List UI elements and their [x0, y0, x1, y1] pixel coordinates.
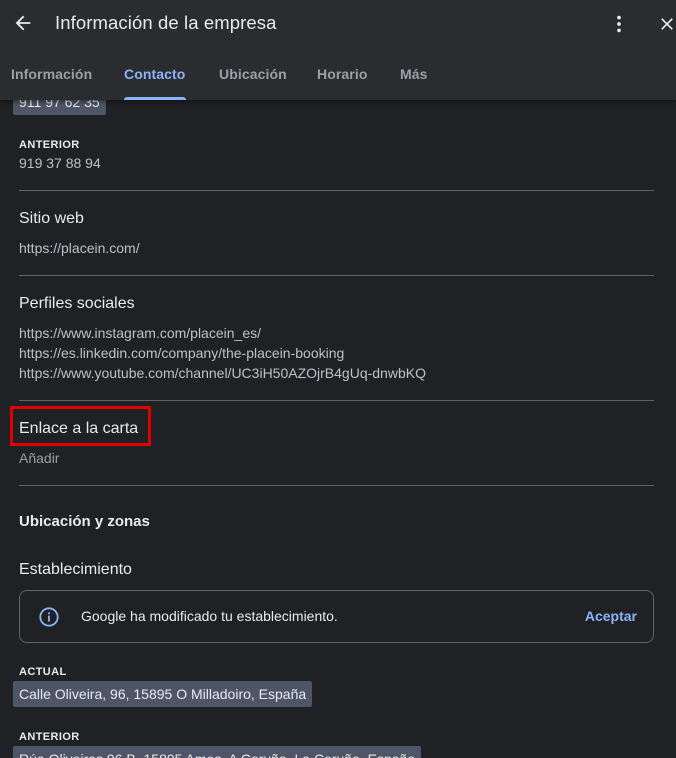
divider [19, 400, 654, 401]
website-value: https://placein.com/ [19, 240, 140, 256]
contact-content: 911 97 62 35 ANTERIOR 919 37 88 94 Sitio… [0, 89, 676, 758]
tab-contacto[interactable]: Contacto [124, 66, 185, 82]
page-title: Información de la empresa [55, 12, 277, 33]
website-title: Sitio web [19, 210, 84, 227]
social-link-instagram: https://www.instagram.com/placein_es/ [19, 325, 261, 341]
close-icon [661, 18, 673, 30]
tab-ubicacion[interactable]: Ubicación [219, 66, 287, 82]
phone-previous-label: ANTERIOR [19, 139, 80, 151]
close-button[interactable] [652, 9, 676, 39]
tab-informacion[interactable]: Información [11, 66, 92, 82]
social-title: Perfiles sociales [19, 295, 135, 312]
notice-text: Google ha modificado tu establecimiento. [81, 608, 338, 624]
social-link-youtube: https://www.youtube.com/channel/UC3iH50A… [19, 365, 426, 381]
business-info-panel: Información de la empresa Información Co… [0, 0, 676, 758]
menu-link-add-button[interactable]: Añadir [19, 450, 59, 466]
divider [19, 275, 654, 276]
info-icon [39, 607, 59, 627]
change-notice: Google ha modificado tu establecimiento.… [19, 590, 654, 643]
accept-button[interactable]: Aceptar [585, 608, 637, 624]
address-previous-chip: Rúa Oliveiras 96 B, 15895 Ames, A Coruña… [13, 746, 422, 758]
more-vert-icon [617, 15, 621, 33]
address-current-label: ACTUAL [19, 666, 67, 678]
back-button[interactable] [8, 8, 38, 38]
address-previous-label: ANTERIOR [19, 731, 80, 743]
location-section-title: Ubicación y zonas [19, 513, 150, 530]
divider [19, 485, 654, 486]
arrow-back-icon [15, 15, 31, 31]
establishment-title: Establecimiento [19, 561, 132, 578]
address-current-chip: Calle Oliveira, 96, 15895 O Milladoiro, … [13, 681, 313, 707]
tab-mas[interactable]: Más [400, 66, 428, 82]
more-options-button[interactable] [604, 9, 634, 39]
menu-link-title: Enlace a la carta [19, 420, 139, 437]
tab-horario[interactable]: Horario [317, 66, 368, 82]
phone-previous-value: 919 37 88 94 [19, 155, 101, 171]
social-link-linkedin: https://es.linkedin.com/company/the-plac… [19, 345, 345, 361]
header-bar: Información de la empresa Información Co… [0, 0, 676, 100]
active-tab-indicator [124, 97, 186, 100]
divider [19, 190, 654, 191]
tab-bar: Información Contacto Ubicación Horario M… [0, 52, 676, 100]
